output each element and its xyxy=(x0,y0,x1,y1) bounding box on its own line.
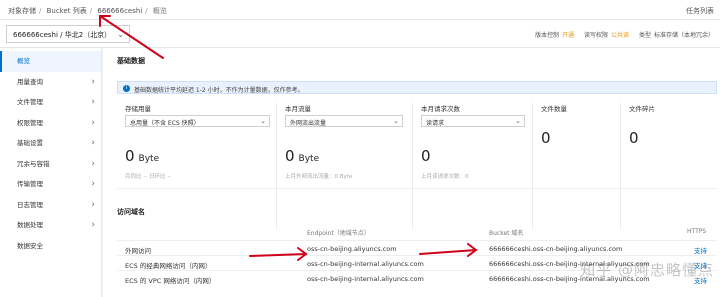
chevron-right-icon: › xyxy=(91,199,95,210)
card-title: 本月流量 xyxy=(285,105,311,113)
sidebar-item-label: 基础设置 xyxy=(17,139,43,147)
row-endpoint: oss-cn-beijing-internal.aliyuncs.com xyxy=(307,260,424,268)
row-endpoint: oss-cn-beijing.aliyuncs.com xyxy=(307,245,397,253)
card-title: 本月请求次数 xyxy=(421,105,460,113)
notice-text: 基础数据统计平均延迟 1-2 小时，不作为计量数据，仅作参考。 xyxy=(134,87,304,94)
file-count-value: 0 xyxy=(541,129,551,147)
basic-data-title: 基础数据 xyxy=(117,57,145,65)
sidebar-item-transfer[interactable]: 传输管理 › xyxy=(0,174,101,195)
type-label: 类型 xyxy=(638,32,651,39)
bucket-domain-header: Bucket 域名 xyxy=(489,230,524,237)
sidebar-item-label: 冗余与容错 xyxy=(17,159,50,168)
table-row: 外网访问 oss-cn-beijing.aliyuncs.com 666666c… xyxy=(117,240,717,255)
sidebar-item-label: 数据安全 xyxy=(17,241,43,250)
storage-usage-select[interactable]: 总用量（不含 ECS 快照） ⌄ xyxy=(125,115,270,127)
chevron-right-icon: › xyxy=(91,97,95,107)
requests-select[interactable]: 读请求 ⌄ xyxy=(421,115,525,127)
requests-value: 0 xyxy=(421,147,431,165)
card-title: 文件碎片 xyxy=(629,105,655,113)
acl-status[interactable]: 公共读 xyxy=(611,32,629,39)
select-value: 读请求 xyxy=(426,120,445,127)
chevron-down-icon: ⌄ xyxy=(393,117,399,125)
row-domain: 666666ceshi.oss-cn-beijing.aliyuncs.com xyxy=(489,245,623,253)
bucket-name: 666666ceshi / 华北2（北京） xyxy=(13,31,112,39)
sidebar-item-data-security[interactable]: 数据安全 xyxy=(0,236,101,257)
unit: Byte xyxy=(298,154,320,164)
requests-sub: 上月读请求次数：0 xyxy=(421,174,469,180)
chevron-right-icon: › xyxy=(91,220,95,230)
chevron-right-icon: › xyxy=(91,138,95,148)
chevron-right-icon: › xyxy=(91,76,95,87)
value: 0 xyxy=(125,147,135,165)
card-title: 存储用量 xyxy=(125,105,151,113)
top-bar: 对象存储 / Bucket 列表/ 666666ceshi / 概览 任务列表 xyxy=(0,0,720,20)
bucket-bar: 666666ceshi / 华北2（北京） ⌄ 版本控制 开通 读写权限 公共读 类… xyxy=(0,20,720,48)
file-fragment-card: 文件碎片 0 xyxy=(621,103,717,229)
traffic-value: 0 Byte xyxy=(285,147,319,165)
https-header: HTTPS xyxy=(687,228,707,235)
sidebar-item-label: 权限管理 xyxy=(17,118,43,127)
row-https[interactable]: 支持 xyxy=(694,245,707,255)
row-name: ECS 的 VPC 网络访问（内网） xyxy=(125,277,216,285)
row-name: 外网访问 xyxy=(125,247,151,255)
sidebar-item-overview[interactable]: 概览 xyxy=(0,51,101,72)
divider xyxy=(117,188,717,189)
sidebar-item-usage[interactable]: 用量查询 › xyxy=(0,72,101,93)
sidebar: 概览 用量查询 › 文件管理 › 权限管理 › 基础设置 › 冗余与容错 › 传输管理 › … xyxy=(0,48,102,297)
traffic-sub: 上月外网流出流量：0 Byte xyxy=(285,174,353,180)
sidebar-item-permissions[interactable]: 权限管理 › xyxy=(0,113,101,134)
sidebar-item-label: 数据处理 xyxy=(17,221,43,229)
watermark: 知乎 @阿忠略懂点 xyxy=(580,261,714,279)
select-value: 外网流出流量 xyxy=(290,120,327,127)
sidebar-item-basic-settings[interactable]: 基础设置 › xyxy=(0,133,101,154)
info-icon: i xyxy=(123,85,130,92)
select-value: 总用量（不含 ECS 快照） xyxy=(130,120,200,127)
sidebar-item-label: 用量查询 xyxy=(17,77,43,86)
sidebar-item-data-processing[interactable]: 数据处理 › xyxy=(0,215,101,236)
breadcrumb-bucket-list[interactable]: Bucket 列表 xyxy=(47,7,87,15)
chevron-right-icon: › xyxy=(91,158,95,169)
chevron-down-icon: ⌄ xyxy=(260,117,266,125)
endpoint-header: Endpoint（地域节点） xyxy=(307,230,370,237)
unit: Byte xyxy=(138,154,160,164)
breadcrumb: 对象存储 / Bucket 列表/ 666666ceshi / 概览 xyxy=(8,7,167,15)
sidebar-item-files[interactable]: 文件管理 › xyxy=(0,92,101,113)
version-status[interactable]: 开通 xyxy=(562,32,574,39)
storage-usage-sub: 月同比 -- 日环比 -- xyxy=(125,174,172,180)
chevron-down-icon: ⌄ xyxy=(117,30,124,39)
access-domain-title: 访问域名 xyxy=(117,208,145,216)
info-notice: i 基础数据统计平均延迟 1-2 小时，不作为计量数据，仅作参考。 xyxy=(117,81,717,94)
file-count-card: 文件数量 0 xyxy=(533,103,621,229)
sidebar-item-label: 文件管理 xyxy=(17,98,43,106)
bucket-selector[interactable]: 666666ceshi / 华北2（北京） ⌄ xyxy=(6,25,130,43)
row-name: ECS 的经典网络访问（内网） xyxy=(125,262,212,270)
row-endpoint: oss-cn-beijing-internal.aliyuncs.com xyxy=(307,275,424,283)
sidebar-item-label: 概览 xyxy=(17,57,30,65)
task-list-link[interactable]: 任务列表 xyxy=(686,6,714,16)
type-value: 标准存储（本地冗余） xyxy=(653,32,714,39)
sidebar-item-redundancy[interactable]: 冗余与容错 › xyxy=(0,154,101,175)
value: 0 xyxy=(421,147,431,165)
file-fragment-value: 0 xyxy=(629,129,639,147)
sidebar-item-label: 传输管理 xyxy=(17,180,43,188)
card-title: 文件数量 xyxy=(541,105,567,113)
breadcrumb-current: 概览 xyxy=(152,7,167,15)
value: 0 xyxy=(285,147,295,165)
chevron-right-icon: › xyxy=(91,117,95,128)
storage-usage-value: 0 Byte xyxy=(125,147,159,165)
acl-label: 读写权限 xyxy=(584,32,609,39)
bucket-meta: 版本控制 开通 读写权限 公共读 类型 标准存储（本地冗余） xyxy=(527,30,714,39)
sidebar-item-label: 日志管理 xyxy=(17,200,43,209)
breadcrumb-bucket[interactable]: 666666ceshi xyxy=(97,7,142,15)
breadcrumb-oss[interactable]: 对象存储 xyxy=(8,7,36,15)
monthly-traffic-card: 本月流量 外网流出流量 ⌄ 0 Byte 上月外网流出流量：0 Byte xyxy=(277,103,413,229)
monthly-requests-card: 本月请求次数 读请求 ⌄ 0 上月读请求次数：0 xyxy=(413,103,533,229)
chevron-right-icon: › xyxy=(91,179,95,189)
sidebar-item-logs[interactable]: 日志管理 › xyxy=(0,195,101,216)
version-label: 版本控制 xyxy=(535,32,560,39)
traffic-select[interactable]: 外网流出流量 ⌄ xyxy=(285,115,403,127)
chevron-down-icon: ⌄ xyxy=(515,117,521,125)
